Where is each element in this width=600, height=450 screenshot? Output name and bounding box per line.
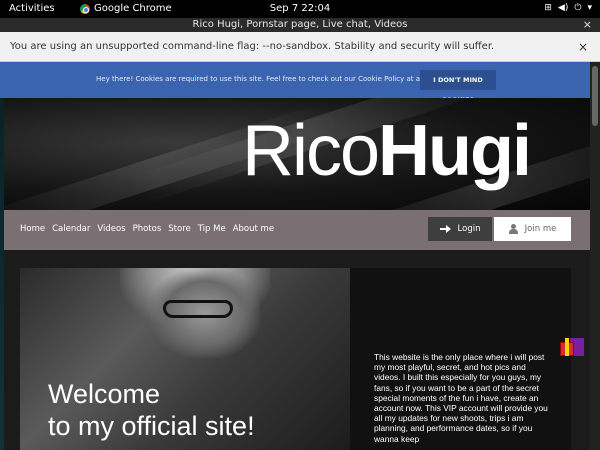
login-button[interactable]: Login [428, 217, 492, 241]
volume-icon: ◀) [557, 3, 569, 13]
brand-first-name: Rico [242, 111, 380, 191]
nav-item-home[interactable]: Home [20, 224, 45, 234]
nav-item-calendar[interactable]: Calendar [52, 224, 90, 234]
join-label: Join me [524, 224, 557, 234]
infobar-message: You are using an unsupported command-lin… [10, 41, 495, 52]
system-menu[interactable]: ⊞ ◀) ⏻ ▾ [544, 3, 592, 13]
intro-text: This website is the only place where i w… [374, 352, 548, 444]
nav-item-tip-me[interactable]: Tip Me [198, 224, 226, 234]
gift-icon[interactable] [560, 334, 586, 360]
chevron-down-icon: ▾ [587, 3, 592, 13]
main-navigation: Home Calendar Videos Photos Store Tip Me… [4, 210, 590, 250]
hero-figure-glasses [163, 300, 233, 318]
login-arrow-icon [439, 225, 452, 233]
brand-last-name: Hugi [378, 111, 532, 191]
nav-item-videos[interactable]: Videos [97, 224, 125, 234]
window-close-button[interactable]: × [583, 18, 592, 32]
login-label: Login [457, 224, 481, 234]
hero-image: Welcome to my official site! [20, 268, 350, 450]
nav-links: Home Calendar Videos Photos Store Tip Me… [20, 224, 274, 234]
window-title: Rico Hugi, Pornstar page, Live chat, Vid… [192, 19, 408, 30]
welcome-section: Welcome to my official site! This websit… [20, 268, 571, 450]
infobar-close-button[interactable]: × [578, 32, 588, 62]
app-menu[interactable]: Google Chrome [80, 3, 172, 14]
hero-welcome-text: Welcome to my official site! [48, 378, 255, 442]
nav-item-store[interactable]: Store [168, 224, 190, 234]
system-top-bar: Activities Google Chrome Sep 7 22:04 ⊞ ◀… [0, 0, 600, 18]
header-banner: RicoHugi [4, 98, 590, 210]
accept-cookies-button[interactable]: I DON'T MIND COOKIES [420, 70, 496, 104]
welcome-line-1: Welcome [48, 379, 161, 409]
activities-button[interactable]: Activities [9, 3, 55, 14]
power-icon: ⏻ [574, 3, 582, 13]
cookie-banner: Hey there! Cookies are required to use t… [0, 62, 590, 104]
user-icon [508, 224, 519, 234]
welcome-line-2: to my official site! [48, 411, 255, 441]
chrome-icon [80, 3, 90, 14]
network-icon: ⊞ [544, 3, 552, 13]
app-name: Google Chrome [94, 3, 172, 14]
scrollbar-thumb[interactable] [592, 66, 598, 126]
page-scrollbar[interactable] [590, 62, 600, 450]
nav-item-about-me[interactable]: About me [233, 224, 274, 234]
window-title-bar: Rico Hugi, Pornstar page, Live chat, Vid… [0, 18, 600, 32]
warning-infobar: You are using an unsupported command-lin… [0, 32, 600, 62]
join-button[interactable]: Join me [494, 217, 571, 241]
cookie-message: Hey there! Cookies are required to use t… [96, 75, 449, 83]
gift-ribbon [565, 338, 569, 356]
nav-item-photos[interactable]: Photos [133, 224, 162, 234]
page-viewport: Hey there! Cookies are required to use t… [0, 62, 600, 450]
site-logo[interactable]: RicoHugi [242, 106, 532, 196]
